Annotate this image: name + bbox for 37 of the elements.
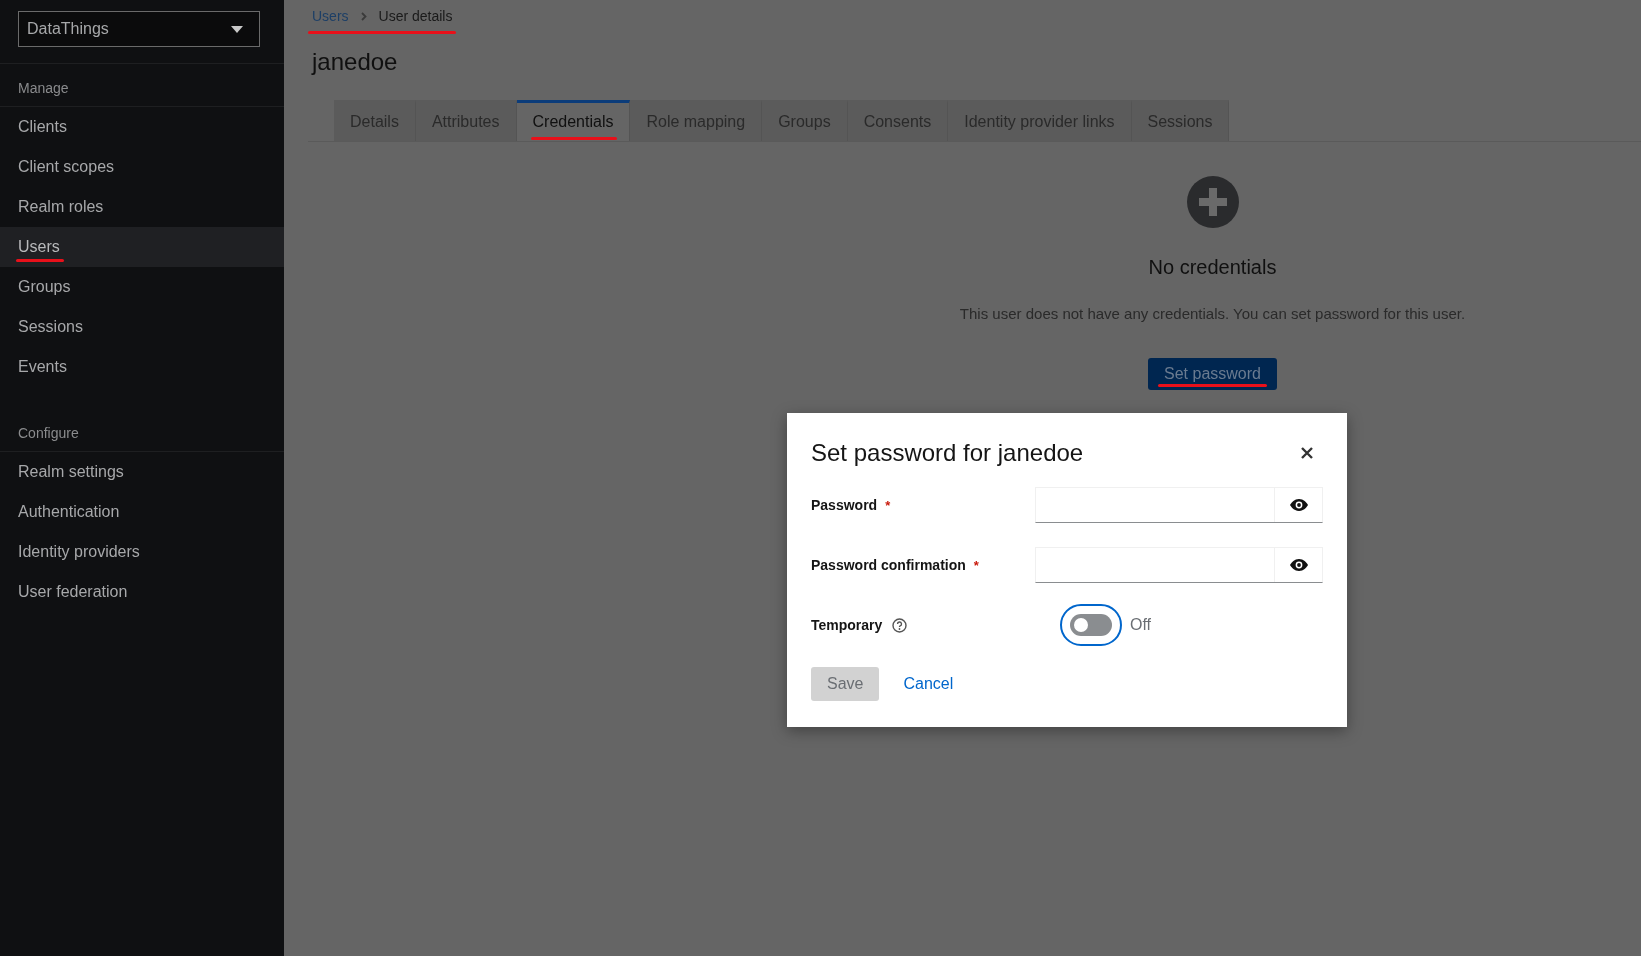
nav-item[interactable]: Clients (0, 107, 284, 147)
realm-selector[interactable]: DataThings (18, 11, 260, 47)
empty-state-text: This user does not have any credentials. You can set password for this user. (959, 305, 1466, 322)
field-label: Password confirmation (811, 557, 966, 573)
nav-item[interactable]: Events (0, 347, 284, 387)
nav-item[interactable]: Identity providers (0, 532, 284, 572)
required-mark: * (885, 497, 891, 513)
nav-item[interactable]: Realm roles (0, 187, 284, 227)
caret-icon (231, 25, 243, 33)
field-label: Temporary (811, 617, 883, 633)
nav-item[interactable]: Authentication (0, 492, 284, 532)
password-field[interactable] (1035, 487, 1323, 523)
help-icon (892, 617, 908, 633)
nav-item[interactable]: Client scopes (0, 147, 284, 187)
set-password-button[interactable]: Set password (1148, 358, 1277, 390)
eye-icon (1289, 559, 1308, 571)
nav-item[interactable]: Groups (0, 267, 284, 307)
eye-icon (1289, 499, 1308, 511)
nav-item[interactable]: User federation (0, 572, 284, 612)
chevron-right-icon (360, 11, 367, 21)
required-mark: * (973, 557, 979, 573)
nav-item[interactable]: Users (0, 227, 284, 267)
close-icon (1301, 447, 1313, 459)
field-label: Password (811, 497, 878, 513)
add-circle-icon (1186, 176, 1239, 228)
nav-section-heading: Configure (0, 425, 284, 452)
password-field[interactable] (1035, 547, 1323, 583)
dialog-title: Set password for janedoe (811, 439, 1084, 467)
breadcrumb-current: User details (378, 8, 453, 24)
nav-item[interactable]: Realm settings (0, 452, 284, 492)
cancel-link[interactable]: Cancel (887, 667, 970, 701)
empty-state-title: No credentials (1148, 256, 1277, 279)
nav-section-heading: Manage (0, 80, 284, 107)
nav-item[interactable]: Sessions (0, 307, 284, 347)
switch-state-label: Off (1130, 616, 1152, 634)
page-title: janedoe (312, 48, 399, 76)
annotation-underline (16, 259, 64, 262)
